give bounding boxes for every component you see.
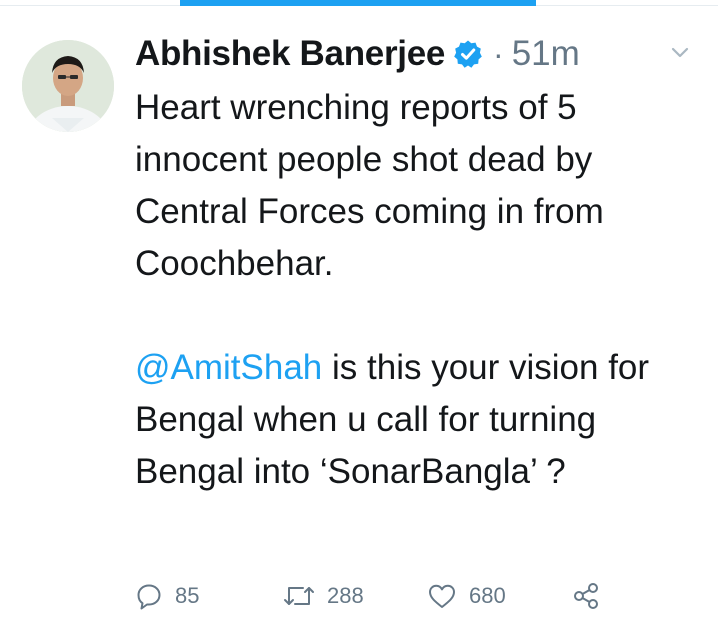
retweet-button[interactable]: 288 — [283, 578, 364, 614]
tweet-paragraph: @AmitShah is this your vision for Bengal… — [135, 342, 710, 498]
tweet-header: Abhishek Banerjee · 51m — [135, 28, 698, 80]
reply-button[interactable]: 85 — [135, 578, 199, 614]
tweet-actions: 85 288 680 — [135, 578, 615, 614]
verified-badge-icon — [453, 39, 483, 69]
share-icon — [571, 581, 601, 611]
separator-dot: · — [493, 35, 504, 72]
author-name[interactable]: Abhishek Banerjee — [135, 34, 445, 74]
heart-icon — [427, 582, 457, 610]
like-count: 680 — [469, 583, 506, 608]
retweet-icon — [283, 582, 315, 610]
tweet-paragraph: Heart wrenching reports of 5 innocent pe… — [135, 88, 604, 283]
tweet-text: Heart wrenching reports of 5 innocent pe… — [135, 82, 710, 498]
tweet-timestamp[interactable]: 51m — [512, 34, 580, 74]
retweet-count: 288 — [327, 583, 364, 608]
tweet[interactable]: Abhishek Banerjee · 51m Heart wrenching … — [0, 0, 718, 619]
reply-count: 85 — [175, 583, 200, 608]
mention-link[interactable]: @AmitShah — [135, 348, 322, 387]
chevron-down-icon[interactable] — [668, 40, 692, 64]
share-button[interactable] — [571, 578, 601, 614]
like-button[interactable]: 680 — [427, 578, 506, 614]
author-avatar[interactable] — [22, 40, 114, 132]
reply-icon — [135, 582, 163, 610]
